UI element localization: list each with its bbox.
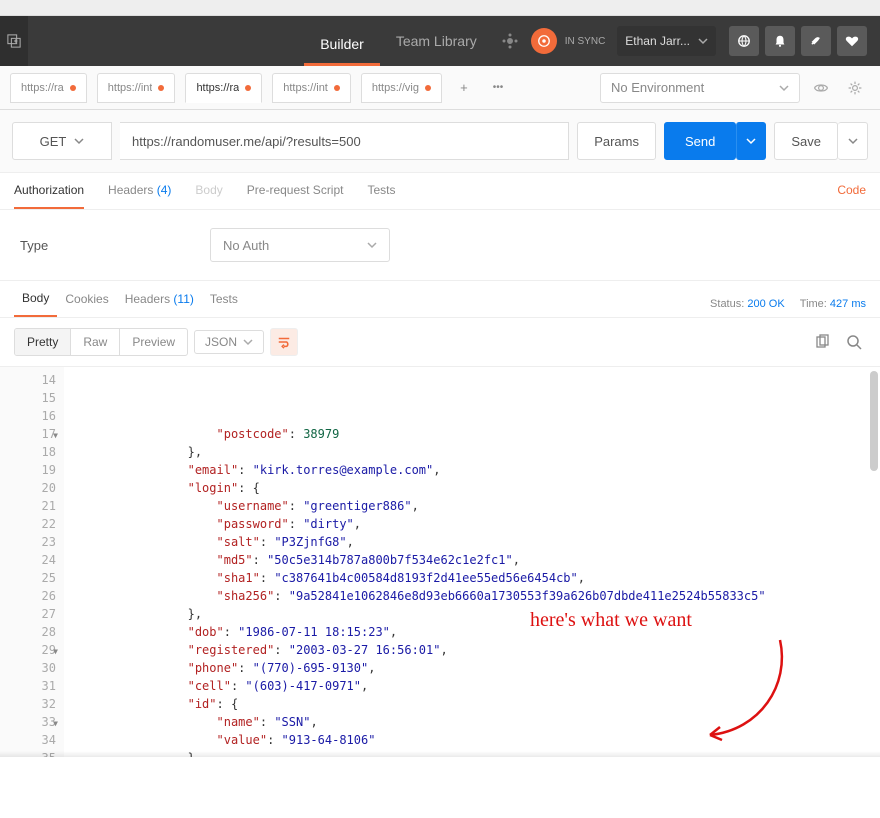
unsaved-dot [70, 85, 76, 91]
tab-tests[interactable]: Tests [367, 183, 395, 209]
request-bar: GET Params Send Save [0, 110, 880, 173]
add-tab-button[interactable]: + [452, 76, 476, 100]
line-gutter: 14151617▼181920212223242526272829▼303132… [0, 367, 64, 757]
response-meta: Status: 200 OK Time: 427 ms [710, 298, 866, 310]
tab-authorization[interactable]: Authorization [14, 183, 84, 209]
unsaved-dot [334, 85, 340, 91]
scrollbar-thumb[interactable] [870, 371, 878, 471]
code-line: "registered": "2003-03-27 16:56:01", [72, 641, 880, 659]
resp-tab-tests[interactable]: Tests [202, 292, 246, 316]
code-line: "sha256": "9a52841e1062846e8d93eb6660a17… [72, 587, 880, 605]
url-input[interactable] [132, 134, 556, 149]
interceptor-icon[interactable] [497, 28, 523, 54]
tabs-row: https://ra https://int https://ra https://i… [0, 66, 880, 110]
resp-tab-body[interactable]: Body [14, 291, 57, 317]
tab-prerequest[interactable]: Pre-request Script [247, 183, 344, 209]
code-line: "email": "kirk.torres@example.com", [72, 461, 880, 479]
response-body: 14151617▼181920212223242526272829▼303132… [0, 367, 880, 757]
environment-label: No Environment [611, 80, 704, 95]
copy-response-icon[interactable] [810, 330, 834, 354]
manage-env-icon[interactable] [842, 75, 868, 101]
unsaved-dot [425, 85, 431, 91]
auth-type-value: No Auth [223, 238, 269, 253]
sync-status-icon[interactable] [531, 28, 557, 54]
nav-team-library[interactable]: Team Library [380, 16, 493, 66]
favorite-button[interactable] [837, 26, 867, 56]
params-button[interactable]: Params [577, 122, 656, 160]
format-selector[interactable]: JSON [194, 330, 264, 354]
code-line: "password": "dirty", [72, 515, 880, 533]
code-line: "username": "greentiger886", [72, 497, 880, 515]
http-method-selector[interactable]: GET [12, 122, 112, 160]
unsaved-dot [245, 85, 251, 91]
nav-builder[interactable]: Builder [304, 16, 380, 66]
code-line: "dob": "1986-07-11 18:15:23", [72, 623, 880, 641]
code-line: }, [72, 605, 880, 623]
user-menu[interactable]: Ethan Jarr... [617, 26, 716, 56]
response-tabs: Body Cookies Headers (11) Tests Status: … [0, 281, 880, 318]
unsaved-dot [158, 85, 164, 91]
top-toolbar: Builder Team Library IN SYNC Ethan Jarr.… [0, 16, 880, 66]
send-dropdown[interactable] [736, 122, 766, 160]
code-line: "id": { [72, 695, 880, 713]
code-line: "salt": "P3ZjnfG8", [72, 533, 880, 551]
sync-status-label: IN SYNC [565, 36, 606, 47]
view-mode-segment: Pretty Raw Preview [14, 328, 188, 356]
code-line: "login": { [72, 479, 880, 497]
request-subtabs: Authorization Headers (4) Body Pre-reque… [0, 173, 880, 210]
code-line: "name": "SSN", [72, 713, 880, 731]
http-method: GET [40, 134, 67, 149]
code-line: "phone": "(770)-695-9130", [72, 659, 880, 677]
request-tab[interactable]: https://ra [10, 73, 87, 103]
save-dropdown[interactable] [838, 122, 868, 160]
code-line: "value": "913-64-8106" [72, 731, 880, 749]
auth-row: Type No Auth [0, 210, 880, 281]
request-tabs: https://ra https://int https://ra https://i… [0, 73, 588, 103]
more-tabs-button[interactable]: ••• [486, 76, 510, 100]
request-tab[interactable]: https://vig [361, 73, 442, 103]
window-titlebar [0, 0, 880, 16]
auth-type-label: Type [20, 238, 210, 253]
send-button[interactable]: Send [664, 122, 736, 160]
environment-selector[interactable]: No Environment [600, 73, 800, 103]
code-line: "cell": "(603)-417-0971", [72, 677, 880, 695]
resp-tab-cookies[interactable]: Cookies [57, 292, 116, 316]
code-area[interactable]: "postcode": 38979 }, "email": "kirk.torr… [64, 367, 880, 757]
code-line: "md5": "50c5e314b787a800b7f534e62c1e2fc1… [72, 551, 880, 569]
response-toolbar: Pretty Raw Preview JSON [0, 318, 880, 367]
search-response-icon[interactable] [842, 330, 866, 354]
code-line: }, [72, 443, 880, 461]
request-tab[interactable]: https://int [272, 73, 351, 103]
save-button[interactable]: Save [774, 122, 838, 160]
wrap-lines-button[interactable] [270, 328, 298, 356]
resp-tab-headers[interactable]: Headers (11) [117, 292, 202, 316]
browse-button[interactable] [729, 26, 759, 56]
url-input-wrap[interactable] [120, 122, 569, 160]
view-preview[interactable]: Preview [120, 329, 187, 355]
code-line: "postcode": 38979 [72, 425, 880, 443]
settings-button[interactable] [801, 26, 831, 56]
request-tab[interactable]: https://int [97, 73, 176, 103]
tab-body[interactable]: Body [195, 183, 222, 209]
quick-look-icon[interactable] [808, 75, 834, 101]
view-raw[interactable]: Raw [71, 329, 120, 355]
code-line: "sha1": "c387641b4c00584d8193f2d41ee55ed… [72, 569, 880, 587]
notifications-button[interactable] [765, 26, 795, 56]
view-pretty[interactable]: Pretty [15, 329, 71, 355]
request-tab[interactable]: https://ra [185, 73, 262, 103]
user-name: Ethan Jarr... [625, 34, 690, 48]
code-link[interactable]: Code [837, 183, 866, 209]
new-tab-button[interactable] [0, 16, 28, 66]
tab-headers[interactable]: Headers (4) [108, 183, 171, 209]
auth-type-selector[interactable]: No Auth [210, 228, 390, 262]
